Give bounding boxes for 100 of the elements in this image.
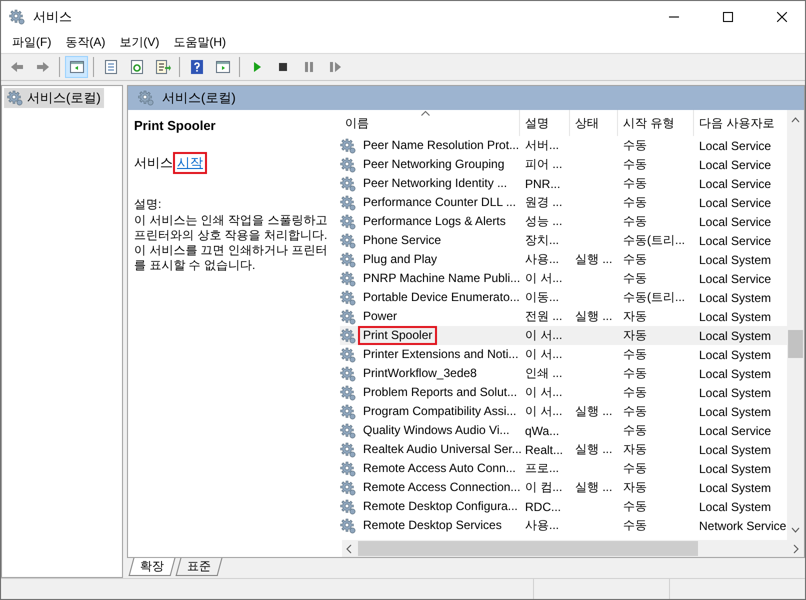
gear-icon	[340, 138, 356, 154]
gear-icon	[340, 252, 356, 268]
vertical-scrollbar[interactable]	[787, 110, 804, 540]
menu-item[interactable]: 보기(V)	[112, 34, 166, 51]
gear-icon	[340, 290, 356, 306]
table-cell-text: Plug and Play	[362, 251, 438, 268]
column-header[interactable]: 이름	[340, 110, 520, 136]
maximize-icon	[723, 12, 733, 22]
gear-icon	[340, 460, 356, 476]
table-cell-text: 수동	[622, 517, 648, 534]
table-cell-text: 원경 ...	[524, 194, 564, 211]
table-cell-text: Remote Desktop Configura...	[362, 498, 519, 515]
table-cell-text: 수동	[622, 213, 648, 230]
service-row[interactable]: Remote Desktop Services 사용... 수동 Network Service	[340, 516, 787, 535]
table-cell-text: Local Service	[698, 214, 772, 228]
table-cell-text: Local System	[698, 328, 772, 342]
menu-item[interactable]: 도움말(H)	[166, 34, 233, 51]
tree-item[interactable]: 서비스(로컬)	[4, 88, 104, 108]
table-cell-text: Peer Name Resolution Prot...	[362, 137, 520, 154]
service-row[interactable]: Power 전원 ... 실행 ... 자동 Local System	[340, 307, 787, 326]
table-cell-text: 수동	[622, 346, 648, 363]
scroll-thumb[interactable]	[358, 541, 698, 556]
table-cell-text: 자동	[622, 479, 648, 496]
table-cell-text: Network Service	[698, 518, 787, 532]
help-icon	[188, 59, 204, 75]
table-cell-text: Local System	[698, 252, 772, 266]
service-row[interactable]: Printer Extensions and Noti... 이 서... 수동 Local System	[340, 345, 787, 364]
properties-icon	[102, 59, 118, 75]
table-cell-text: 수동	[622, 365, 648, 382]
table-cell-text: 수동	[622, 403, 648, 420]
service-row[interactable]: Performance Counter DLL ... 원경 ... 수동 Local Service	[340, 193, 787, 212]
table-cell-text: Local Service	[698, 138, 772, 152]
gear-icon	[340, 366, 356, 382]
table-cell: Print Spooler	[358, 326, 438, 345]
gear-icon	[340, 194, 356, 210]
gear-icon	[340, 442, 356, 458]
service-row[interactable]: PrintWorkflow_3ede8 인쇄 ... 수동 Local System	[340, 364, 787, 383]
start-link[interactable]: 시작	[173, 152, 207, 174]
service-row[interactable]: Remote Access Connection... 이 컴... 실행 ... 자동 Local System	[340, 478, 787, 497]
pane-title: 서비스(로컬)	[162, 89, 236, 107]
service-row[interactable]: Peer Networking Identity ... PNR... 수동 Local Service	[340, 174, 787, 193]
table-cell-text: RDC...	[524, 500, 562, 514]
service-row[interactable]: Peer Networking Grouping 피어 ... 수동 Local Service	[340, 155, 787, 174]
table-cell-text: 이동...	[524, 289, 560, 306]
service-row[interactable]: Quality Windows Audio Vi... qWa... 수동 Local Service	[340, 421, 787, 440]
table-cell-text: 자동	[622, 441, 648, 458]
menu-item[interactable]: 동작(A)	[58, 34, 112, 51]
table-cell-text: 수동(트리...	[622, 289, 686, 306]
table-cell-text: PNR...	[524, 176, 562, 190]
service-row[interactable]: Problem Reports and Solut... 이 서... 수동 Local System	[340, 383, 787, 402]
service-row[interactable]: Print Spooler 이 서... 자동 Local System	[340, 326, 787, 345]
gear-icon	[340, 176, 356, 192]
action-label: 서비스	[134, 154, 173, 172]
table-cell-text: 이 서...	[524, 403, 564, 420]
table-cell-text: 수동	[622, 137, 648, 154]
close-icon	[777, 12, 787, 22]
service-row[interactable]: PNRP Machine Name Publi... 이 서... 수동 Local Service	[340, 269, 787, 288]
service-row[interactable]: Phone Service 장치... 수동(트리... Local Service	[340, 231, 787, 250]
gear-icon	[340, 270, 356, 286]
table-cell-text: 수동	[622, 251, 648, 268]
menu-item[interactable]: 파일(F)	[5, 34, 58, 51]
table-cell-text: PNRP Machine Name Publi...	[362, 270, 522, 287]
service-row[interactable]: Remote Access Auto Conn... 프로... 수동 Local System	[340, 459, 787, 478]
service-row[interactable]: Plug and Play 사용... 실행 ... 수동 Local System	[340, 250, 787, 269]
column-header[interactable]: 설명	[520, 110, 570, 136]
table-cell-text: Local System	[698, 404, 772, 418]
description-text: 이 서비스는 인쇄 작업을 스풀링하고 프린터와의 상호 작용을 처리합니다. 이 서비스를 끄면 인쇄하거나 프린터를 표시할 수 없습니다.	[134, 213, 328, 273]
view-tab[interactable]: 표준	[176, 558, 222, 576]
table-cell-text: 수동	[622, 384, 648, 401]
toolbar-button[interactable]	[65, 56, 88, 78]
table-cell-text: 수동	[622, 194, 648, 211]
table-cell-text: 인쇄 ...	[524, 365, 564, 382]
service-row[interactable]: Performance Logs & Alerts 성능 ... 수동 Local Service	[340, 212, 787, 231]
service-row[interactable]: Program Compatibility Assi... 이 서... 실행 ... 수동 Local System	[340, 402, 787, 421]
tree-pane-icon	[68, 59, 84, 75]
gear-icon	[340, 422, 356, 438]
table-cell-text: Local System	[698, 310, 772, 324]
gear-icon	[340, 498, 356, 514]
scroll-thumb[interactable]	[788, 330, 803, 358]
view-tab[interactable]: 확장	[128, 558, 176, 576]
column-header[interactable]: 시작 유형	[618, 110, 694, 136]
service-row[interactable]: Portable Device Enumerato... 이동... 수동(트리... Local System	[340, 288, 787, 307]
table-cell-text: 사용...	[524, 251, 560, 268]
table-cell-text: Program Compatibility Assi...	[362, 403, 518, 420]
table-cell-text: Local Service	[698, 424, 772, 438]
service-row[interactable]: Realtek Audio Universal Ser... Realt... 실행 ... 자동 Local System	[340, 440, 787, 459]
service-row[interactable]: Remote Desktop Configura... RDC... 수동 Local System	[340, 497, 787, 516]
gear-icon	[340, 384, 356, 400]
gear-icon	[340, 404, 356, 420]
table-cell-text: 서버...	[524, 137, 560, 154]
table-cell-text: 자동	[622, 308, 648, 325]
table-cell-text: Local System	[698, 462, 772, 476]
table-cell-text: Local System	[698, 348, 772, 362]
service-title: Print Spooler	[134, 118, 217, 133]
horizontal-scrollbar[interactable]	[342, 540, 804, 557]
table-cell-text: Local Service	[698, 158, 772, 172]
column-header[interactable]: 상태	[570, 110, 618, 136]
service-row[interactable]: Peer Name Resolution Prot... 서버... 수동 Local Service	[340, 136, 787, 155]
gear-icon	[340, 480, 356, 496]
gear-icon	[340, 156, 356, 172]
